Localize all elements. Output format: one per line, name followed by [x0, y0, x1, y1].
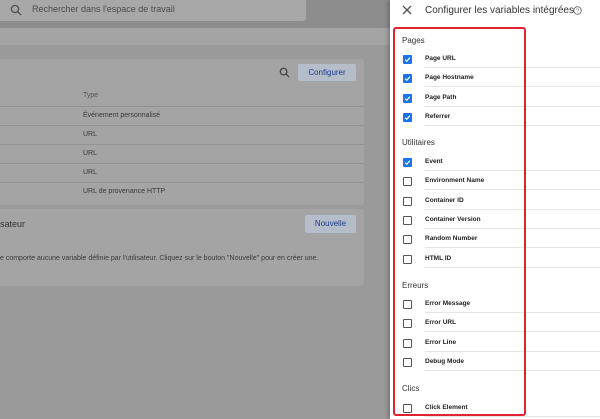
variable-label: Error URL	[425, 319, 457, 327]
check-icon	[404, 76, 411, 82]
divider	[425, 369, 600, 371]
check-icon	[404, 95, 411, 101]
row-type: URL	[83, 131, 98, 138]
variable-label: Click Element	[425, 404, 468, 411]
section-title: Pages	[402, 36, 425, 45]
variable-option[interactable]: Error Line	[403, 337, 600, 352]
checkbox[interactable]	[403, 93, 412, 103]
variable-option[interactable]: Debug Mode	[403, 356, 600, 371]
row-type: Événement personnalisé	[83, 112, 161, 119]
check-icon	[404, 160, 411, 166]
row-type: URL	[83, 150, 98, 157]
close-icon[interactable]	[402, 5, 412, 15]
variable-label: Random Number	[425, 235, 478, 243]
check-icon	[404, 57, 411, 63]
user-variables-title: sateur	[0, 219, 26, 229]
variable-label: Page Hostname	[425, 74, 474, 82]
workspace-search[interactable]: Rechercher dans l'espace de travail	[0, 0, 306, 21]
section-title: Utilitaires	[402, 138, 435, 147]
search-icon[interactable]	[279, 67, 290, 78]
variable-label: Page Path	[425, 93, 457, 101]
table-row[interactable]: URL	[0, 125, 364, 144]
configure-button[interactable]: Configurer	[298, 64, 356, 81]
panel-header: Configurer les variables intégrées ?	[390, 0, 600, 22]
checkbox[interactable]	[403, 319, 412, 329]
checkbox[interactable]	[403, 196, 412, 206]
row-type: URL	[83, 169, 98, 176]
variable-label: Page URL	[425, 55, 456, 62]
variable-label: Event	[425, 158, 443, 165]
sub-bar	[0, 28, 390, 46]
builtin-variables-card: Configurer Type Événement personnalisé U…	[0, 59, 364, 205]
table-row[interactable]: URL de provenance HTTP	[0, 182, 364, 201]
variable-option[interactable]: Referrer	[403, 111, 600, 126]
divider	[425, 266, 600, 268]
top-bar: Rechercher dans l'espace de travail	[0, 0, 390, 28]
divider	[425, 416, 600, 417]
divider	[425, 86, 600, 88]
section-title: Erreurs	[402, 281, 429, 290]
table-row[interactable]: URL	[0, 144, 364, 163]
checkbox[interactable]	[403, 235, 412, 245]
checkbox[interactable]	[403, 177, 412, 187]
variable-label: Container ID	[425, 196, 464, 204]
checkbox[interactable]	[403, 404, 412, 413]
divider	[425, 312, 600, 313]
variable-option[interactable]: Page Path	[403, 92, 600, 107]
checkbox[interactable]	[403, 112, 412, 122]
table-row[interactable]: Événement personnalisé	[0, 106, 364, 125]
checkbox[interactable]	[403, 357, 412, 367]
variable-label: HTML ID	[425, 254, 452, 262]
variable-option[interactable]: Random Number	[403, 233, 600, 249]
variable-option[interactable]: Error Message	[403, 298, 600, 313]
new-variable-button[interactable]: Nouvelle	[305, 215, 356, 233]
variable-option[interactable]: HTML ID	[403, 253, 600, 268]
variable-option[interactable]: Page URL	[403, 53, 600, 68]
variable-label: Error Line	[425, 338, 457, 346]
variable-option[interactable]: Container Version	[403, 214, 600, 229]
divider	[425, 208, 600, 210]
checkbox[interactable]	[403, 254, 412, 264]
divider	[425, 350, 600, 352]
variable-label: Debug Mode	[425, 357, 464, 365]
divider	[425, 105, 600, 107]
variable-label: Referrer	[425, 112, 451, 120]
empty-message: e comporte aucune variable définie par l…	[0, 255, 319, 262]
divider	[425, 67, 600, 68]
variable-option[interactable]: Page Hostname	[403, 72, 600, 88]
check-icon	[404, 115, 411, 120]
variable-label: Error Message	[425, 300, 471, 307]
row-type: URL de provenance HTTP	[83, 188, 166, 195]
section-title: Clics	[402, 384, 420, 393]
panel-title: Configurer les variables intégrées	[425, 5, 574, 16]
column-header-type: Type	[83, 92, 99, 99]
builtin-variables-panel: Configurer les variables intégrées ? Pag…	[390, 0, 600, 419]
divider	[425, 189, 600, 191]
checkbox[interactable]	[403, 74, 412, 84]
checkbox[interactable]	[403, 158, 412, 167]
user-variables-card: sateur Nouvelle e comporte aucune variab…	[0, 209, 364, 286]
checkbox[interactable]	[403, 338, 412, 348]
checkbox[interactable]	[403, 215, 412, 225]
divider	[425, 227, 600, 229]
variable-option[interactable]: Error URL	[403, 317, 600, 333]
variable-label: Container Version	[425, 215, 481, 223]
help-icon[interactable]: ?	[573, 6, 582, 15]
divider	[425, 331, 600, 333]
checkbox[interactable]	[403, 55, 412, 64]
divider	[425, 170, 600, 171]
checkbox[interactable]	[403, 300, 412, 309]
workspace-background: Rechercher dans l'espace de travail Conf…	[0, 0, 390, 419]
variable-option[interactable]: Environment Name	[403, 175, 600, 191]
divider	[425, 247, 600, 249]
variable-label: Environment Name	[425, 177, 485, 185]
search-icon	[10, 4, 22, 16]
divider	[425, 124, 600, 126]
variable-option[interactable]: Click Element	[403, 402, 600, 417]
search-input[interactable]: Rechercher dans l'espace de travail	[32, 4, 175, 14]
variable-option[interactable]: Event	[403, 156, 600, 171]
variable-option[interactable]: Container ID	[403, 195, 600, 210]
table-row[interactable]: URL	[0, 163, 364, 182]
